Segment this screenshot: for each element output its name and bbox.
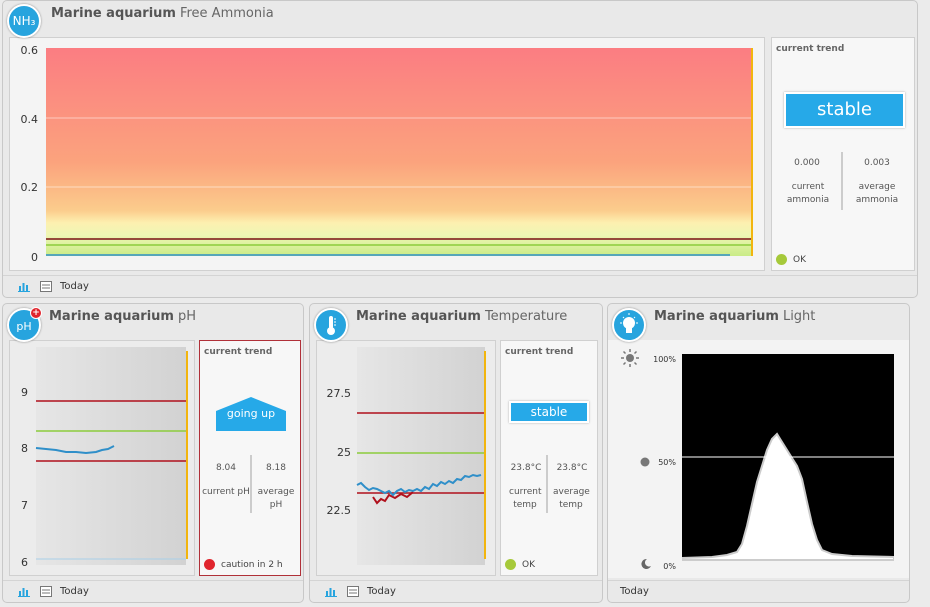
- light-chart-area[interactable]: 100% 50% 0%: [608, 340, 909, 578]
- temperature-ytick: 27.5: [326, 387, 352, 400]
- trend-going-up-text: going up: [226, 407, 276, 420]
- ph-title: Marine aquarium pH: [49, 309, 196, 324]
- ammonia-zone-background: [46, 48, 752, 256]
- ammonia-ytick: 0.6: [20, 44, 39, 57]
- current-ammonia-label: current ammonia: [786, 182, 830, 205]
- current-ammonia-value: 0.000: [794, 158, 820, 168]
- trend-label: current trend: [776, 44, 845, 54]
- ammonia-trend-box: current trend stable 0.000 0.003 current…: [771, 37, 915, 271]
- average-temp-value: 23.8°C: [556, 463, 588, 473]
- ammonia-measure-name: Free Ammonia: [179, 6, 274, 21]
- ph-measure-name: pH: [177, 309, 196, 324]
- trend-label: current trend: [204, 347, 273, 357]
- average-ph-value: 8.18: [265, 463, 287, 473]
- temperature-footer: Today: [310, 580, 602, 602]
- ammonia-status: OK: [776, 254, 806, 265]
- temperature-trend-box: current trend stable 23.8°C 23.8°C curre…: [500, 340, 598, 576]
- today-label[interactable]: Today: [60, 586, 89, 597]
- bar-chart-icon[interactable]: [18, 586, 30, 597]
- ph-footer: Today: [3, 580, 303, 602]
- current-temp-label: current temp: [509, 487, 542, 510]
- ammonia-panel: NH₃ Marine aquarium Free Ammonia 0.6 0.4 …: [2, 0, 918, 298]
- temperature-status: OK: [505, 559, 535, 570]
- lightbulb-icon: [612, 308, 646, 342]
- ammonia-ytick: 0.4: [20, 113, 39, 126]
- thermometer-icon: [314, 308, 348, 342]
- ph-ytick: 6: [21, 556, 28, 569]
- status-text: OK: [793, 255, 806, 265]
- alert-icon: +: [30, 307, 42, 319]
- light-aquarium-name: Marine aquarium: [654, 309, 779, 324]
- trend-stable-button[interactable]: stable: [509, 401, 589, 423]
- average-ammonia-value: 0.003: [864, 158, 890, 168]
- ph-panel: pH + Marine aquarium pH 9 8 7 6 current tr…: [2, 303, 304, 603]
- ph-ytick: 9: [21, 386, 28, 399]
- status-dot: [776, 254, 787, 265]
- temperature-ytick: 22.5: [326, 504, 352, 517]
- trend-stable-button[interactable]: stable: [784, 92, 905, 128]
- value-separator: [841, 152, 843, 210]
- ammonia-plot: [46, 48, 753, 256]
- ph-chart-area[interactable]: 9 8 7 6: [9, 340, 195, 576]
- light-panel: Marine aquarium Light 100% 50% 0% Today: [607, 303, 910, 603]
- table-icon[interactable]: [40, 586, 52, 597]
- trend-label: current trend: [505, 347, 574, 357]
- ph-status: caution in 2 h: [204, 559, 283, 570]
- ph-ytick: 8: [21, 442, 28, 455]
- ph-icon-text: pH: [16, 320, 32, 333]
- temperature-title: Marine aquarium Temperature: [356, 309, 567, 324]
- light-title: Marine aquarium Light: [654, 309, 815, 324]
- ph-aquarium-name: Marine aquarium: [49, 309, 174, 324]
- temperature-chart-area[interactable]: 27.5 25 22.5: [316, 340, 496, 576]
- temperature-panel: Marine aquarium Temperature 27.5 25 22.5 …: [309, 303, 603, 603]
- average-ammonia-label: average ammonia: [855, 182, 899, 205]
- light-ytick: 100%: [653, 355, 676, 364]
- status-dot: [505, 559, 516, 570]
- today-label[interactable]: Today: [620, 586, 649, 597]
- ammonia-ytick: 0: [31, 251, 38, 264]
- status-text: caution in 2 h: [221, 560, 283, 570]
- light-ytick: 50%: [658, 458, 676, 467]
- bar-chart-icon[interactable]: [325, 586, 337, 597]
- temperature-aquarium-name: Marine aquarium: [356, 309, 481, 324]
- ammonia-title: Marine aquarium Free Ammonia: [51, 6, 274, 21]
- ph-icon: pH +: [7, 307, 42, 342]
- average-temp-label: average temp: [553, 487, 590, 510]
- status-dot: [204, 559, 215, 570]
- ammonia-chart-area[interactable]: 0.6 0.4 0.2 0: [9, 37, 765, 271]
- current-temp-value: 23.8°C: [510, 463, 542, 473]
- light-measure-name: Light: [782, 309, 816, 324]
- today-label[interactable]: Today: [60, 281, 89, 292]
- ammonia-aquarium-name: Marine aquarium: [51, 6, 176, 21]
- today-label[interactable]: Today: [367, 586, 396, 597]
- current-ph-label: current pH: [202, 487, 250, 497]
- ph-ytick: 7: [21, 499, 28, 512]
- temperature-plot: [356, 347, 486, 565]
- value-separator: [546, 455, 548, 513]
- ph-plot: [35, 347, 188, 565]
- ammonia-ytick: 0.2: [20, 181, 39, 194]
- light-footer: Today: [608, 580, 909, 602]
- temperature-measure-name: Temperature: [484, 309, 568, 324]
- ammonia-icon: NH₃: [7, 4, 41, 38]
- average-ph-label: average pH: [257, 487, 295, 510]
- ph-trend-box: current trend going up 8.04 8.18 current…: [199, 340, 301, 576]
- light-ytick: 0%: [663, 562, 676, 571]
- current-ph-value: 8.04: [215, 463, 237, 473]
- temperature-ytick: 25: [337, 446, 351, 459]
- bar-chart-icon[interactable]: [18, 281, 30, 292]
- sun-icon: [621, 349, 639, 367]
- table-icon[interactable]: [40, 281, 52, 292]
- light-plot: [682, 354, 894, 561]
- ammonia-footer: Today: [3, 275, 917, 297]
- table-icon[interactable]: [347, 586, 359, 597]
- status-text: OK: [522, 560, 535, 570]
